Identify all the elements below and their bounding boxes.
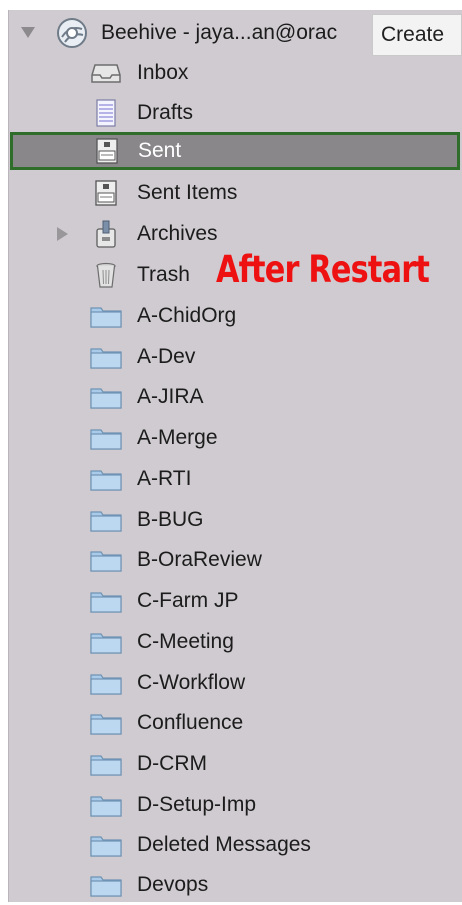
- folder-label: C-Farm JP: [137, 589, 239, 612]
- folder-icon: [89, 464, 123, 494]
- folder-label: A-JIRA: [137, 385, 204, 408]
- folder-label: A-RTI: [137, 467, 192, 490]
- folder-label: A-Merge: [137, 426, 218, 449]
- sent-icon: [90, 136, 124, 166]
- folder-label: D-CRM: [137, 752, 207, 775]
- account-label: Beehive - jaya...an@orac: [101, 21, 338, 44]
- folder-item-sent[interactable]: Sent: [10, 132, 460, 170]
- disclosure-expanded-icon[interactable]: [21, 27, 35, 39]
- folder-label: Sent: [138, 139, 182, 162]
- folder-item-drafts[interactable]: Drafts: [9, 93, 462, 133]
- sent-icon: [89, 178, 123, 208]
- folder-item-deleted-messages[interactable]: Deleted Messages: [9, 825, 462, 865]
- folder-label: Deleted Messages: [137, 833, 311, 856]
- folder-label: Inbox: [137, 61, 189, 84]
- folder-label: Sent Items: [137, 181, 238, 204]
- folder-item-a-merge[interactable]: A-Merge: [9, 418, 462, 458]
- folder-label: D-Setup-Imp: [137, 793, 257, 816]
- folder-icon: [89, 790, 123, 820]
- folder-label: B-OraReview: [137, 548, 262, 571]
- folder-item-c-meeting[interactable]: C-Meeting: [9, 622, 462, 662]
- folder-item-b-orareview[interactable]: B-OraReview: [9, 540, 462, 580]
- folder-icon: [89, 586, 123, 616]
- folder-icon: [89, 668, 123, 698]
- folder-item-sent-items[interactable]: Sent Items: [9, 173, 462, 213]
- create-tooltip: Create: [372, 14, 462, 56]
- folder-label: Trash: [137, 263, 190, 286]
- folder-label: A-Dev: [137, 345, 196, 368]
- after-restart-annotation: After Restart: [216, 248, 430, 291]
- folder-sidebar: Beehive - jaya...an@orac Inbox Drafts Se…: [8, 10, 462, 902]
- folder-label: C-Meeting: [137, 630, 234, 653]
- archive-icon: [89, 219, 123, 249]
- folder-label: B-BUG: [137, 508, 204, 531]
- folder-label: A-ChidOrg: [137, 304, 237, 327]
- disclosure-collapsed-icon[interactable]: [57, 227, 69, 241]
- folder-label: C-Workflow: [137, 671, 246, 694]
- folder-label: Archives: [137, 222, 218, 245]
- folder-icon: [89, 423, 123, 453]
- folder-item-a-dev[interactable]: A-Dev: [9, 337, 462, 377]
- folder-item-inbox[interactable]: Inbox: [9, 53, 462, 93]
- folder-item-c-farm-jp[interactable]: C-Farm JP: [9, 581, 462, 621]
- folder-icon: [89, 708, 123, 738]
- folder-item-a-jira[interactable]: A-JIRA: [9, 377, 462, 417]
- folder-icon: [89, 545, 123, 575]
- folder-item-a-chidorg[interactable]: A-ChidOrg: [9, 296, 462, 336]
- folder-label: Confluence: [137, 711, 244, 734]
- folder-icon: [89, 342, 123, 372]
- folder-item-devops[interactable]: Devops: [9, 865, 462, 905]
- folder-item-b-bug[interactable]: B-BUG: [9, 500, 462, 540]
- folder-label: Devops: [137, 873, 209, 896]
- folder-icon: [89, 870, 123, 900]
- folder-icon: [89, 749, 123, 779]
- folder-item-d-crm[interactable]: D-CRM: [9, 744, 462, 784]
- folder-item-a-rti[interactable]: A-RTI: [9, 459, 462, 499]
- folder-item-c-workflow[interactable]: C-Workflow: [9, 663, 462, 703]
- inbox-icon: [89, 58, 123, 88]
- folder-item-confluence[interactable]: Confluence: [9, 703, 462, 743]
- folder-icon: [89, 830, 123, 860]
- folder-icon: [89, 627, 123, 657]
- folder-icon: [89, 301, 123, 331]
- folder-label: Drafts: [137, 101, 194, 124]
- folder-icon: [89, 382, 123, 412]
- tooltip-text: Create: [381, 23, 445, 46]
- globe-account-icon: [55, 18, 89, 48]
- drafts-icon: [89, 98, 123, 128]
- folder-item-d-setup-imp[interactable]: D-Setup-Imp: [9, 785, 462, 825]
- folder-icon: [89, 505, 123, 535]
- trash-icon: [89, 260, 123, 290]
